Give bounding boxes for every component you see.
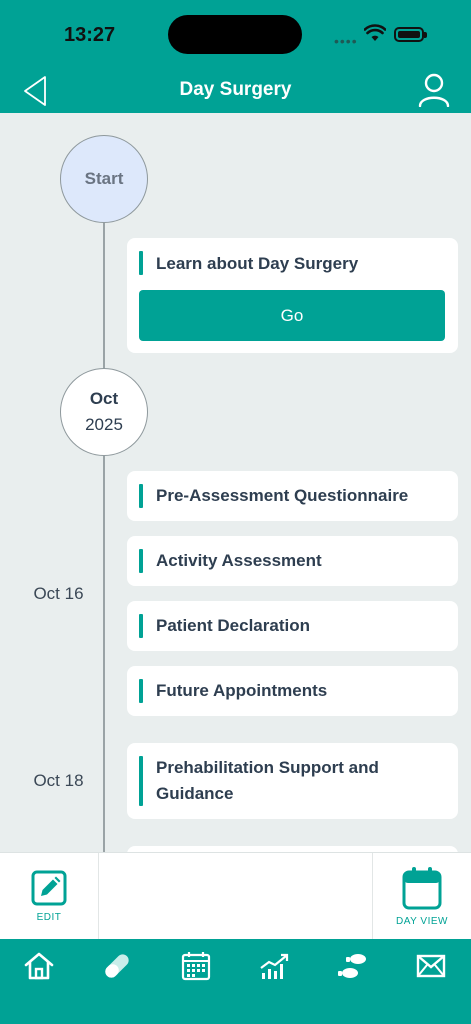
- edit-button[interactable]: EDIT: [0, 853, 98, 940]
- chart-icon: [260, 953, 289, 979]
- tab-medication[interactable]: [100, 951, 134, 981]
- card-accent-bar: [139, 679, 143, 703]
- toolbar-divider: [98, 853, 99, 940]
- date-label: Oct 16: [33, 584, 84, 603]
- tab-home[interactable]: [22, 951, 56, 981]
- tab-messages[interactable]: [414, 951, 448, 981]
- timeline-start-node: Start: [60, 135, 148, 223]
- card-accent-bar: [139, 549, 143, 573]
- bottom-toolbar: EDIT DAY VIEW: [0, 852, 471, 940]
- day-view-label: DAY VIEW: [396, 916, 448, 927]
- card-accent-bar: [139, 614, 143, 638]
- task-card[interactable]: Pre-Assessment Questionnaire: [127, 471, 458, 521]
- task-card-label: Patient Declaration: [156, 616, 310, 635]
- task-card[interactable]: Future Appointments: [127, 666, 458, 716]
- card-accent-bar: [139, 484, 143, 508]
- battery-icon: [394, 27, 427, 42]
- wifi-icon: [364, 24, 386, 41]
- calendar-icon: [402, 867, 442, 910]
- intro-card: Learn about Day Surgery Go: [127, 238, 458, 353]
- year-label: 2025: [85, 415, 123, 434]
- day-view-button[interactable]: DAY VIEW: [373, 853, 471, 940]
- status-bar: 13:27 ••••: [0, 0, 471, 70]
- date-label: Oct 18: [33, 771, 84, 790]
- intro-card-label: Learn about Day Surgery: [156, 254, 359, 273]
- go-button[interactable]: Go: [139, 290, 445, 341]
- pill-icon: [105, 954, 129, 978]
- edit-label: EDIT: [36, 912, 62, 923]
- footsteps-icon: [338, 954, 366, 978]
- status-time: 13:27: [64, 24, 116, 46]
- tab-bar: [0, 939, 471, 1024]
- tab-progress[interactable]: [257, 951, 291, 981]
- mail-icon: [416, 954, 446, 978]
- timeline-line: [103, 223, 105, 369]
- page-title: Day Surgery: [179, 79, 292, 100]
- tab-calendar[interactable]: [179, 951, 213, 981]
- dynamic-island: [168, 15, 302, 54]
- timeline-line: [103, 456, 105, 852]
- task-card[interactable]: Activity Assessment: [127, 536, 458, 586]
- card-accent-bar: [139, 251, 143, 275]
- task-card-label: Activity Assessment: [156, 551, 322, 570]
- task-card[interactable]: Patient Declaration: [127, 601, 458, 651]
- card-accent-bar: [139, 756, 143, 806]
- nav-bar: Day Surgery: [0, 70, 471, 113]
- task-card[interactable]: Prehabilitation Support and Guidance: [127, 743, 458, 819]
- edit-icon: [31, 870, 67, 906]
- task-card-label: Future Appointments: [156, 681, 328, 700]
- signal-icon: ••••: [334, 33, 358, 49]
- tab-activity[interactable]: [336, 951, 370, 981]
- user-icon[interactable]: [418, 73, 450, 107]
- task-card-label: Pre-Assessment Questionnaire: [156, 486, 409, 505]
- calendar-icon: [181, 952, 211, 981]
- month-label: Oct: [89, 389, 119, 408]
- timeline-month-node: Oct 2025: [60, 368, 148, 456]
- home-icon: [24, 952, 54, 980]
- start-label: Start: [84, 169, 124, 188]
- task-card-label: Prehabilitation Support and Guidance: [156, 758, 379, 803]
